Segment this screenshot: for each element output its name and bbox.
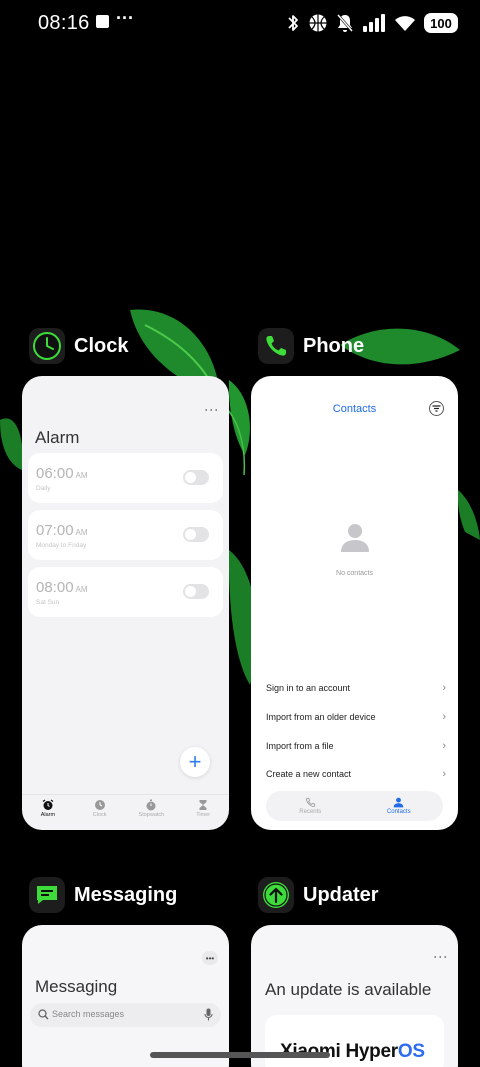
messaging-app-name: Messaging (74, 883, 178, 906)
phone-recents-icon (305, 797, 315, 807)
brand-suffix-text: OS (397, 1041, 425, 1062)
updater-app-header[interactable]: Updater (258, 877, 379, 913)
create-contact-row[interactable]: Create a new contact › (266, 764, 446, 784)
import-file-row[interactable]: Import from a file › (266, 736, 446, 756)
alarm-ampm: AM (75, 471, 88, 480)
chevron-right-icon: › (442, 711, 446, 723)
tab-clock-label: Clock (92, 812, 107, 818)
messaging-title: Messaging (35, 977, 118, 996)
import-older-device-row[interactable]: Import from an older device › (266, 707, 446, 727)
alarm-time: 08:00 (36, 579, 74, 596)
microphone-icon[interactable] (204, 1008, 213, 1021)
phone-icon (258, 328, 294, 364)
search-icon (38, 1009, 49, 1020)
home-indicator[interactable] (150, 1052, 330, 1058)
upload-arrow-icon (258, 877, 294, 913)
alarm-time: 07:00 (36, 522, 74, 539)
contacts-tab-icon (393, 797, 404, 808)
battery-indicator: 100 (424, 13, 458, 33)
more-options-icon[interactable]: ••• (202, 951, 218, 965)
chevron-right-icon: › (442, 740, 446, 752)
updater-app-name: Updater (303, 883, 379, 906)
alarm-ampm: AM (75, 528, 88, 537)
action-label: Import from an older device (266, 712, 376, 722)
tab-timer-label: Timer (196, 812, 211, 818)
search-bar[interactable] (30, 1003, 221, 1027)
signal-icon (363, 14, 385, 32)
message-icon (29, 877, 65, 913)
update-banner[interactable]: Xiaomi HyperOS (265, 1015, 444, 1067)
stopwatch-icon (146, 799, 156, 811)
status-bar: 08:16 ··· 100 (0, 0, 480, 48)
tab-alarm-label: Alarm (40, 812, 56, 818)
no-contacts-text: No contacts (336, 570, 373, 577)
tab-stopwatch-label: Stopwatch (138, 812, 165, 818)
messaging-app-header[interactable]: Messaging (29, 877, 177, 913)
tab-recents-label: Recents (299, 809, 322, 815)
tab-stopwatch[interactable]: Stopwatch (126, 795, 178, 830)
action-label: Create a new contact (266, 769, 352, 779)
status-time: 08:16 (38, 12, 90, 34)
alarm-repeat: Daily (36, 485, 51, 492)
more-options-icon[interactable]: ⋮ (433, 950, 449, 963)
update-title: An update is available (265, 980, 432, 999)
alarm-item[interactable]: 08:00 AM Sat Sun (28, 567, 223, 617)
alarm-item[interactable]: 07:00 AM Monday to Friday (28, 510, 223, 560)
filter-icon (432, 405, 441, 412)
filter-button[interactable] (429, 401, 444, 416)
basketball-icon (309, 14, 327, 32)
clock-icon (29, 328, 65, 364)
clock-app-header[interactable]: Clock (29, 328, 128, 364)
contacts-title: Contacts (332, 403, 377, 415)
alarm-toggle[interactable] (183, 470, 209, 485)
more-notifications-icon: ··· (116, 8, 134, 28)
alarm-title: Alarm (35, 428, 80, 447)
bluetooth-icon (288, 15, 298, 31)
alarm-ampm: AM (75, 585, 88, 594)
wifi-icon (395, 16, 415, 31)
muted-bell-icon (337, 14, 353, 32)
action-label: Sign in to an account (266, 683, 351, 693)
alarm-repeat: Sat Sun (36, 599, 60, 606)
phone-tab-bar: Recents Contacts (266, 791, 443, 821)
alarm-toggle[interactable] (183, 527, 209, 542)
tab-timer[interactable]: Timer (177, 795, 229, 830)
clock-tab-bar: Alarm Clock Stopwatch Timer (22, 794, 229, 830)
person-placeholder-icon (341, 524, 369, 552)
action-label: Import from a file (266, 741, 334, 751)
phone-app-name: Phone (303, 334, 365, 357)
phone-app-card[interactable]: Contacts No contacts Sign in to an accou… (251, 376, 458, 830)
hourglass-icon (199, 800, 207, 810)
add-alarm-button[interactable]: + (180, 747, 210, 777)
clock-app-card[interactable]: ⋮ Alarm 06:00 AM Daily 07:00 AM Monday to … (22, 376, 229, 830)
search-input[interactable] (52, 1009, 192, 1019)
clock-app-name: Clock (74, 334, 129, 357)
alarm-icon (42, 799, 54, 810)
clock-tab-icon (94, 800, 105, 810)
tab-clock[interactable]: Clock (74, 795, 126, 830)
alarm-toggle[interactable] (183, 584, 209, 599)
alarm-item[interactable]: 06:00 AM Daily (28, 453, 223, 503)
tab-contacts-label: Contacts (386, 809, 411, 815)
tab-contacts[interactable]: Contacts (355, 791, 444, 821)
chevron-right-icon: › (442, 682, 446, 694)
alarm-repeat: Monday to Friday (36, 542, 87, 549)
tab-recents[interactable]: Recents (266, 791, 355, 821)
tab-alarm[interactable]: Alarm (22, 795, 74, 830)
messaging-app-card[interactable]: ••• Messaging (22, 925, 229, 1067)
sign-in-account-row[interactable]: Sign in to an account › (266, 678, 446, 698)
chevron-right-icon: › (442, 768, 446, 780)
notification-square-icon (96, 15, 109, 28)
alarm-time: 06:00 (36, 465, 74, 482)
phone-app-header[interactable]: Phone (258, 328, 364, 364)
updater-app-card[interactable]: ⋮ An update is available Xiaomi HyperOS (251, 925, 458, 1067)
more-options-icon[interactable]: ⋮ (204, 403, 220, 416)
